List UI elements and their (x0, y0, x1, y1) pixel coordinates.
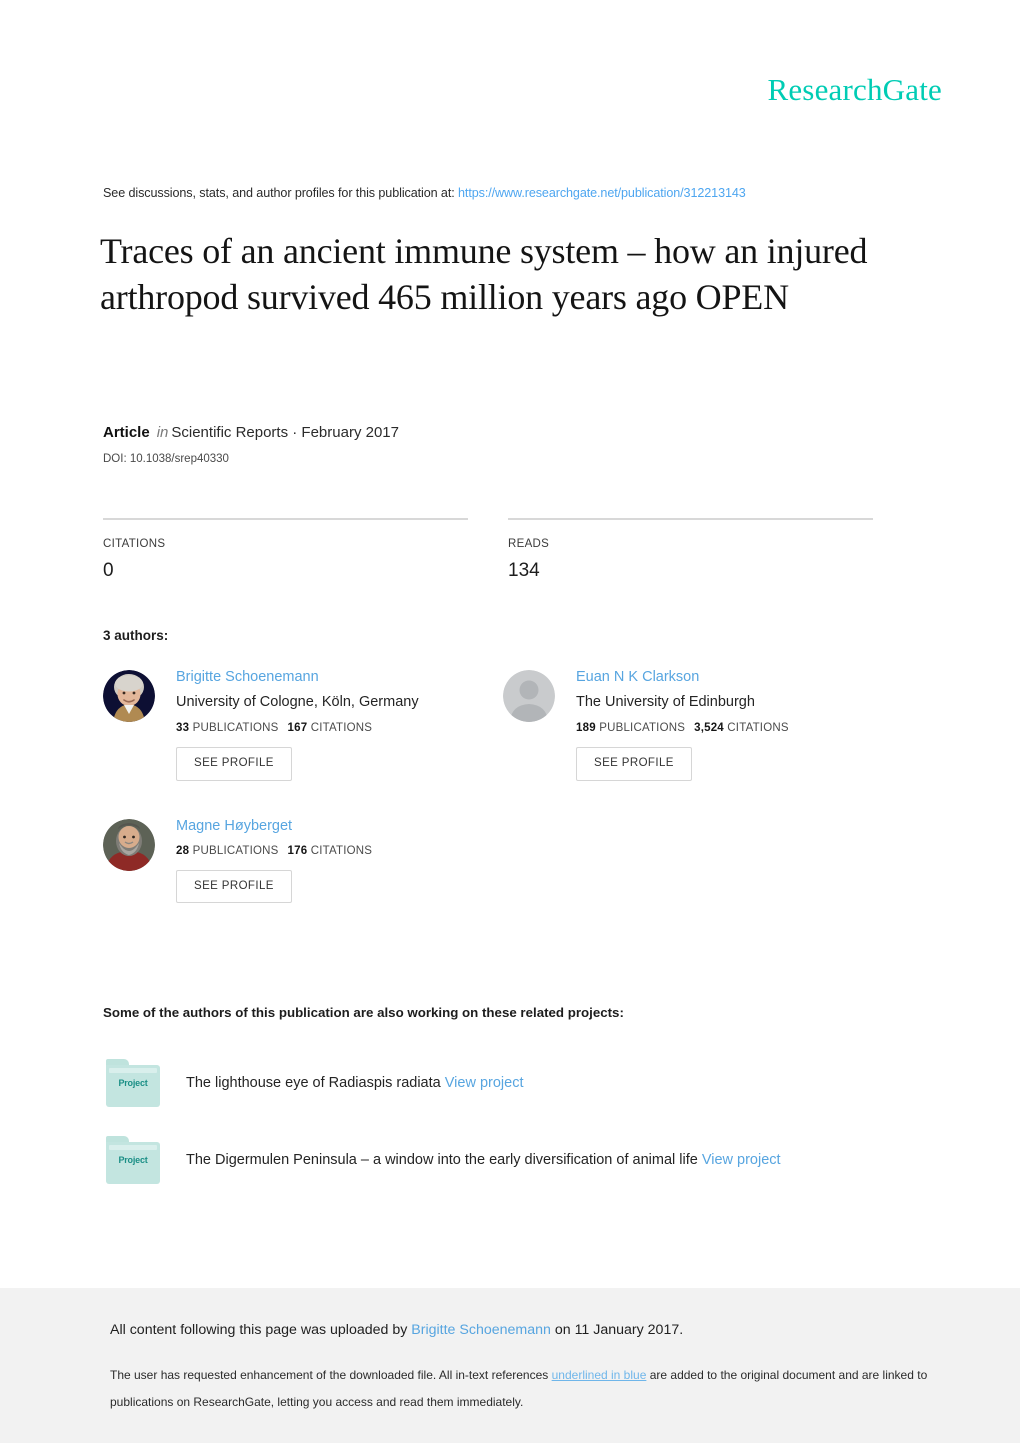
publications-word: PUBLICATIONS (192, 722, 279, 734)
project-folder-label: Project (118, 1078, 148, 1088)
avatar[interactable] (103, 670, 155, 722)
footer-upload-prefix: All content following this page was uplo… (110, 1322, 408, 1338)
article-doi: DOI: 10.1038/srep40330 (103, 453, 229, 465)
author-affiliation: University of Cologne, Köln, Germany (176, 694, 419, 710)
stat-divider (103, 518, 468, 520)
author-publications-count: 189 (576, 722, 596, 734)
researchgate-logo[interactable]: ResearchGate (767, 74, 942, 105)
citations-word: CITATIONS (727, 722, 789, 734)
project-folder-icon: Project (106, 1059, 160, 1107)
footer-upload-line: All content following this page was uplo… (110, 1322, 683, 1338)
author-stats: 33 PUBLICATIONS 167 CITATIONS (176, 722, 419, 734)
projects-list: Project The lighthouse eye of Radiaspis … (106, 1057, 906, 1186)
author-name-link[interactable]: Brigitte Schoenemann (176, 667, 419, 687)
article-in-word: in (156, 424, 169, 441)
avatar[interactable] (503, 670, 555, 722)
project-folder-icon: Project (106, 1136, 160, 1184)
authors-grid: Brigitte Schoenemann University of Colog… (103, 667, 903, 903)
footer-uploader-link[interactable]: Brigitte Schoenemann (411, 1322, 551, 1338)
stat-label: CITATIONS (103, 538, 166, 550)
see-profile-button[interactable]: SEE PROFILE (576, 747, 692, 781)
author-stats: 28 PUBLICATIONS 176 CITATIONS (176, 845, 372, 857)
publications-word: PUBLICATIONS (192, 844, 279, 857)
project-title: The lighthouse eye of Radiaspis radiata (186, 1075, 441, 1091)
discussion-line: See discussions, stats, and author profi… (103, 186, 746, 200)
author-row: Brigitte Schoenemann University of Colog… (103, 667, 903, 781)
discussion-prefix: See discussions, stats, and author profi… (103, 186, 455, 200)
stats-row: CITATIONS 0 READS 134 (103, 518, 879, 582)
stat-reads: READS 134 (508, 518, 873, 582)
authors-heading: 3 authors: (103, 628, 169, 643)
project-title: The Digermulen Peninsula – a window into… (186, 1152, 698, 1168)
author-card: Euan N K Clarkson The University of Edin… (503, 667, 903, 781)
author-card: Brigitte Schoenemann University of Colog… (103, 667, 503, 781)
author-name-link[interactable]: Euan N K Clarkson (576, 667, 789, 687)
project-text: The Digermulen Peninsula – a window into… (186, 1152, 781, 1168)
author-publications-count: 28 (176, 844, 190, 857)
author-stats: 189 PUBLICATIONS 3,524 CITATIONS (576, 722, 789, 734)
project-text: The lighthouse eye of Radiaspis radiata … (186, 1075, 523, 1091)
researchgate-publication-page: ResearchGate See discussions, stats, and… (0, 0, 1020, 1443)
stat-value: 0 (103, 560, 114, 581)
article-source: Scientific Reports · February 2017 (171, 424, 399, 441)
publications-word: PUBLICATIONS (599, 722, 686, 734)
projects-heading: Some of the authors of this publication … (103, 1005, 624, 1020)
author-citations-count: 3,524 (694, 722, 724, 734)
citations-word: CITATIONS (310, 844, 373, 857)
view-project-link[interactable]: View project (702, 1152, 781, 1168)
author-citations-count: 176 (287, 844, 308, 857)
stat-divider (508, 518, 873, 520)
publication-url-link[interactable]: https://www.researchgate.net/publication… (458, 186, 746, 200)
footer-note: The user has requested enhancement of th… (110, 1362, 950, 1416)
author-citations-count: 167 (287, 722, 308, 734)
author-details: Euan N K Clarkson The University of Edin… (576, 667, 789, 781)
footer-note-link[interactable]: underlined in blue (552, 1368, 647, 1382)
researchgate-logo-text: ResearchGate (767, 72, 942, 107)
stat-citations: CITATIONS 0 (103, 518, 468, 582)
page-title: Traces of an ancient immune system – how… (100, 231, 868, 317)
see-profile-button[interactable]: SEE PROFILE (176, 747, 292, 781)
article-meta: Article in Scientific Reports · February 2… (103, 424, 399, 441)
author-publications-count: 33 (176, 722, 190, 734)
see-profile-button[interactable]: SEE PROFILE (176, 869, 292, 903)
author-name-link[interactable]: Magne Høyberget (176, 816, 372, 836)
article-type-label: Article (103, 424, 150, 441)
author-row: Magne Høyberget 28 PUBLICATIONS 176 CITAT… (103, 816, 903, 903)
project-item[interactable]: Project The lighthouse eye of Radiaspis … (106, 1057, 906, 1109)
project-item[interactable]: Project The Digermulen Peninsula – a win… (106, 1134, 906, 1186)
stat-value: 134 (508, 560, 540, 581)
stat-label: READS (508, 538, 550, 550)
author-card: Magne Høyberget 28 PUBLICATIONS 176 CITAT… (103, 816, 503, 903)
view-project-link[interactable]: View project (445, 1075, 524, 1091)
project-folder-label: Project (118, 1155, 148, 1165)
avatar[interactable] (103, 818, 155, 871)
footer-note-part1: The user has requested enhancement of th… (110, 1368, 549, 1382)
author-details: Brigitte Schoenemann University of Colog… (176, 667, 419, 781)
citations-word: CITATIONS (310, 722, 373, 734)
author-details: Magne Høyberget 28 PUBLICATIONS 176 CITAT… (176, 816, 372, 903)
author-affiliation: The University of Edinburgh (576, 694, 755, 710)
footer-upload-suffix: on 11 January 2017. (554, 1322, 684, 1338)
